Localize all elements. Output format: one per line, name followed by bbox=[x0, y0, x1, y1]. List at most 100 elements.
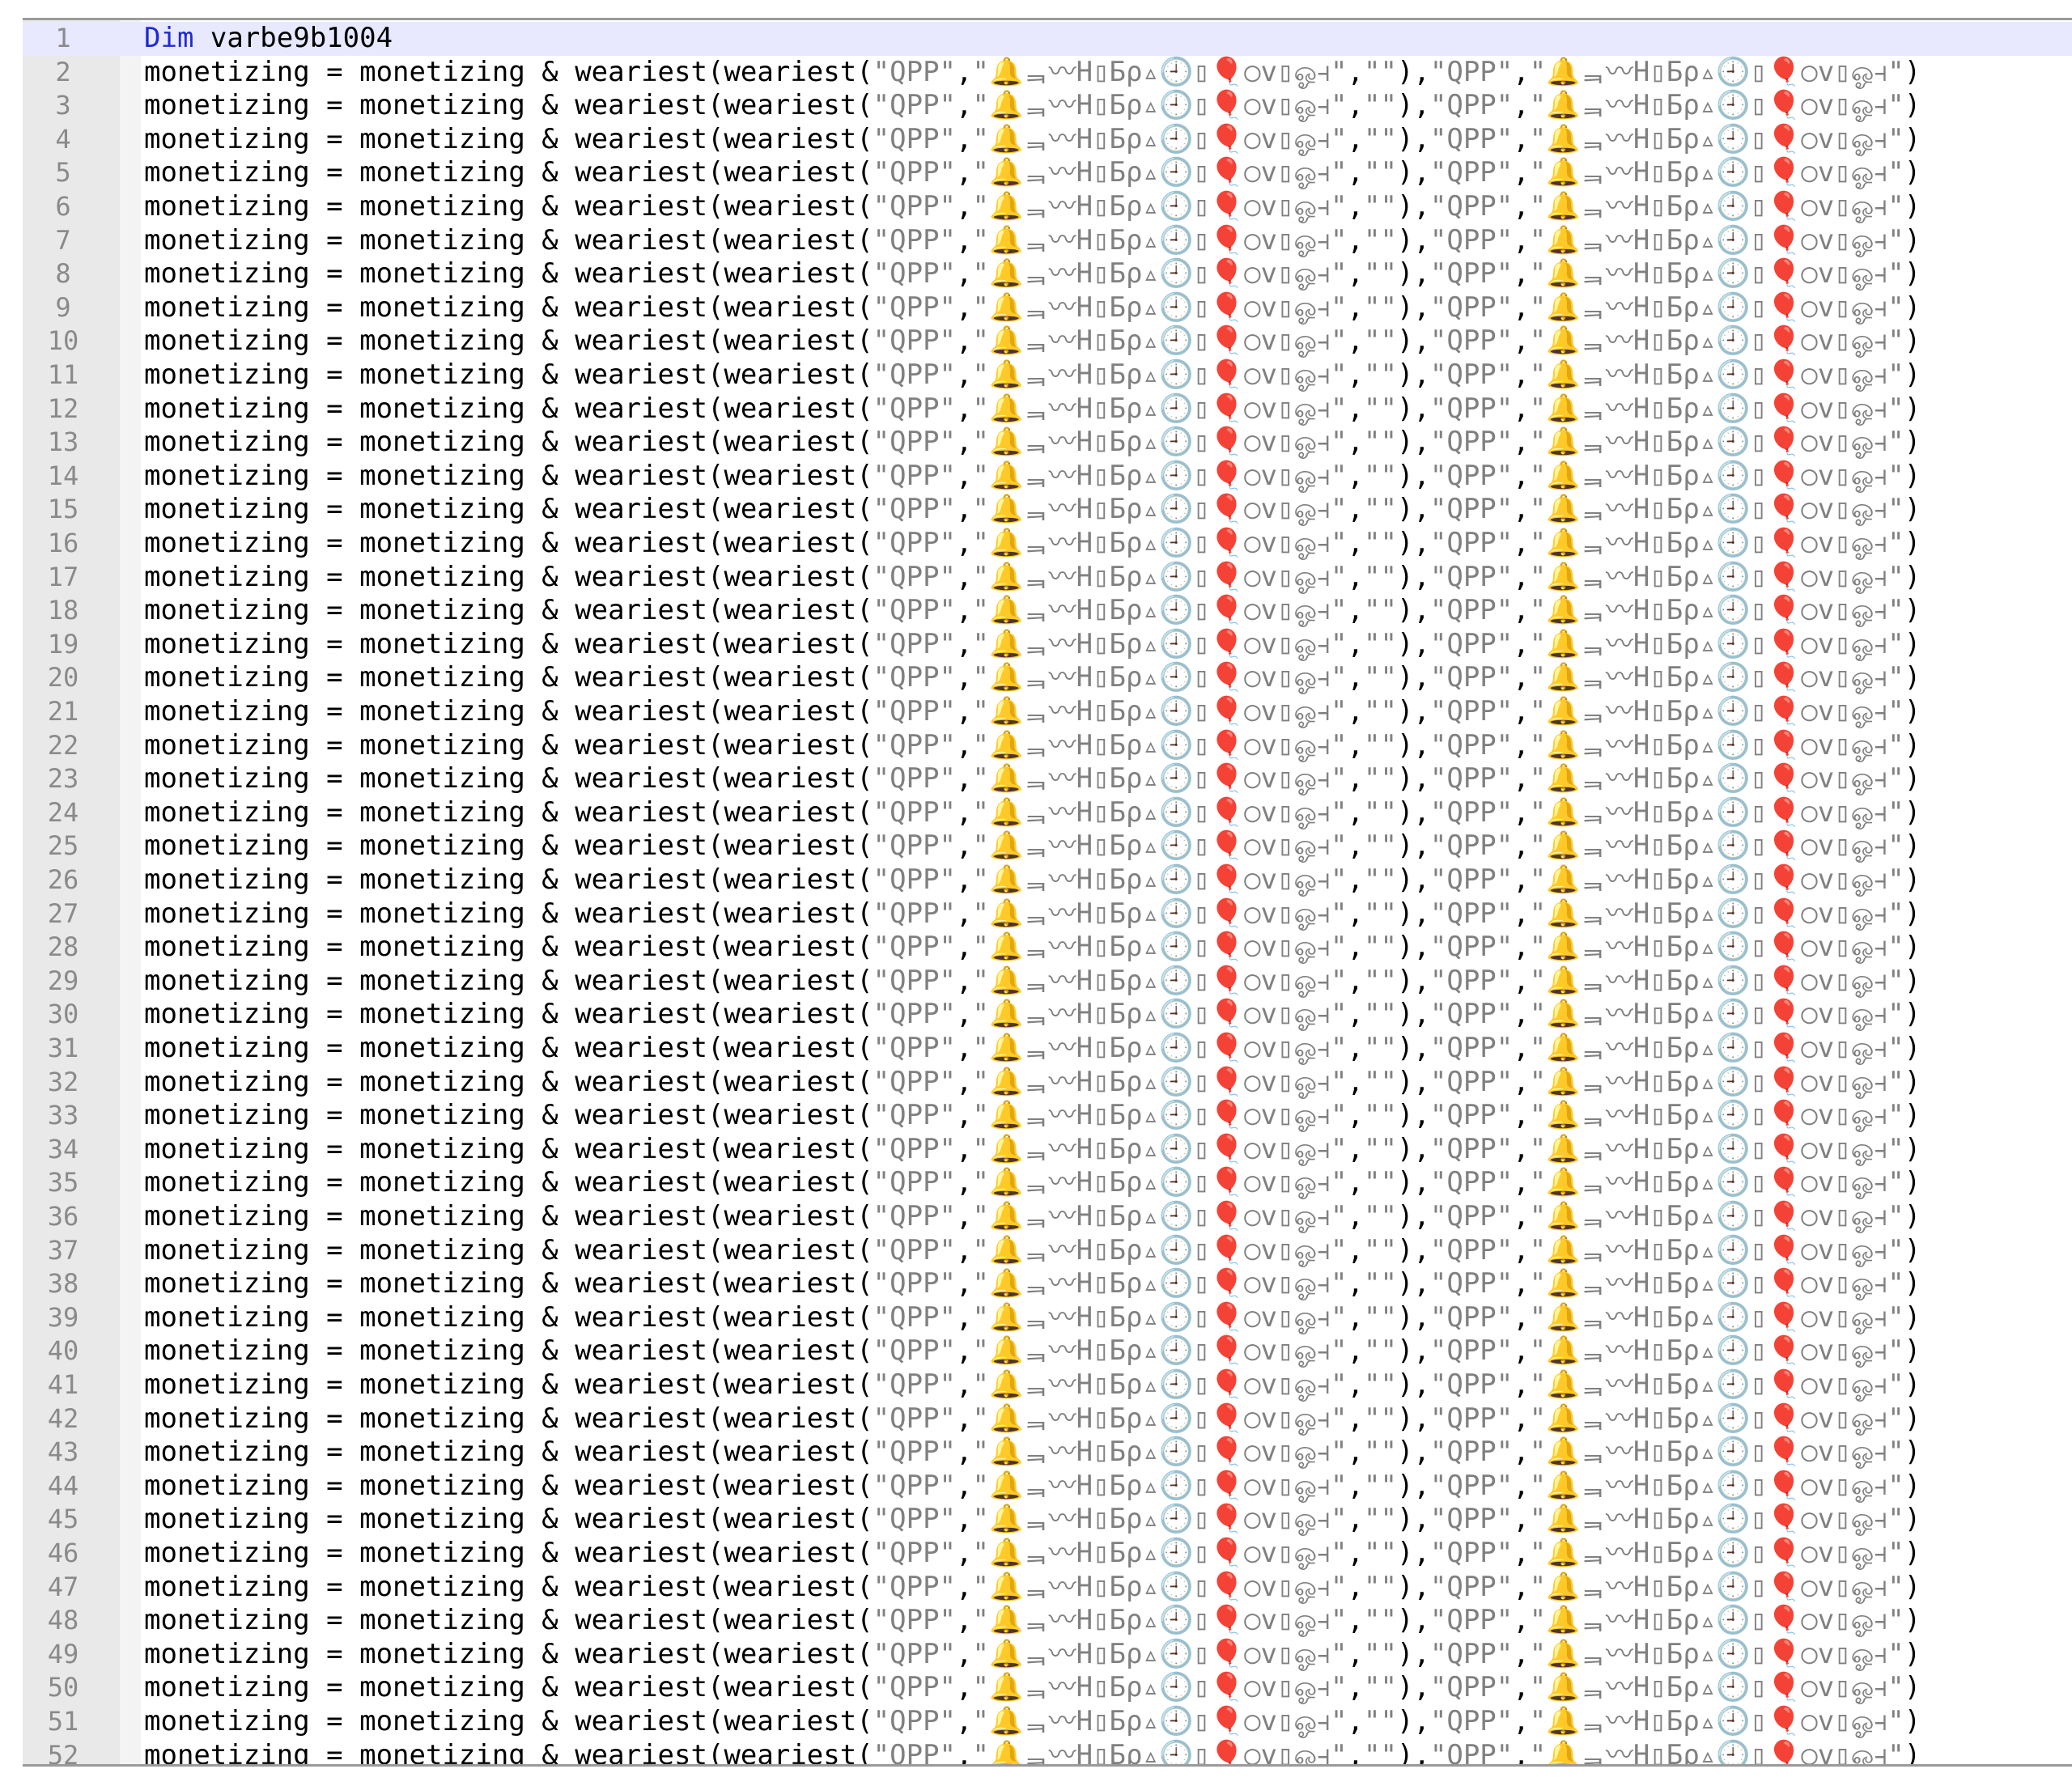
code-line[interactable]: 34 monetizing = monetizing & weariest(wea… bbox=[23, 1133, 2072, 1167]
code-token: ) bbox=[1904, 223, 1921, 257]
code-line[interactable]: 40 monetizing = monetizing & weariest(wea… bbox=[23, 1334, 2072, 1368]
line-number: 32 bbox=[47, 1066, 79, 1097]
code-line[interactable]: 46 monetizing = monetizing & weariest(wea… bbox=[23, 1537, 2072, 1571]
code-token: ) bbox=[1904, 1570, 1921, 1603]
string-literal: "🔔ᆿ〰H▯Ƃρ▵🕘▯🎈○v▯ஓ⫞" bbox=[1529, 527, 1904, 559]
code-line[interactable]: 45 monetizing = monetizing & weariest(wea… bbox=[23, 1503, 2072, 1537]
code-line[interactable]: 35 monetizing = monetizing & weariest(wea… bbox=[23, 1166, 2072, 1200]
code-token: monetizing = monetizing & weariest(weari… bbox=[144, 122, 873, 155]
code-line[interactable]: 30 monetizing = monetizing & weariest(wea… bbox=[23, 998, 2072, 1032]
code-line[interactable]: 17 monetizing = monetizing & weariest(wea… bbox=[23, 561, 2072, 595]
code-line[interactable]: 3 monetizing = monetizing & weariest(wear… bbox=[23, 89, 2072, 123]
string-literal: "QPP" bbox=[873, 661, 957, 694]
code-line[interactable]: 2 monetizing = monetizing & weariest(wear… bbox=[23, 56, 2072, 90]
code-line[interactable]: 14 monetizing = monetizing & weariest(wea… bbox=[23, 460, 2072, 494]
code-line[interactable]: 41 monetizing = monetizing & weariest(wea… bbox=[23, 1368, 2072, 1402]
code-token: , bbox=[1513, 223, 1530, 257]
code-line[interactable]: 51 monetizing = monetizing & weariest(wea… bbox=[23, 1705, 2072, 1739]
string-literal: "QPP" bbox=[1429, 728, 1514, 761]
string-literal: "" bbox=[1363, 257, 1397, 291]
line-number: 30 bbox=[47, 999, 79, 1030]
code-token: , bbox=[1513, 1570, 1530, 1603]
code-editor[interactable]: 1 Dim varbe9b1004 2 monetizing = monetizing… bbox=[23, 18, 2072, 1767]
string-literal: "🔔ᆿ〰H▯Ƃρ▵🕘▯🎈○v▯ஓ⫞" bbox=[972, 1368, 1348, 1401]
code-line[interactable]: 37 monetizing = monetizing & weariest(wea… bbox=[23, 1234, 2072, 1268]
string-literal: "" bbox=[1363, 1166, 1397, 1199]
code-token: ) bbox=[1904, 897, 1921, 930]
code-token: , bbox=[956, 1200, 973, 1232]
code-token: , bbox=[1347, 1233, 1364, 1266]
line-code: monetizing = monetizing & weariest(weari… bbox=[144, 257, 1921, 291]
string-literal: "🔔ᆿ〰H▯Ƃρ▵🕘▯🎈○v▯ஓ⫞" bbox=[1529, 1537, 1904, 1569]
code-token: , bbox=[1347, 1032, 1364, 1064]
code-line[interactable]: 47 monetizing = monetizing & weariest(wea… bbox=[23, 1571, 2072, 1605]
code-line[interactable]: 20 monetizing = monetizing & weariest(wea… bbox=[23, 661, 2072, 695]
string-literal: "QPP" bbox=[1429, 829, 1514, 863]
code-line[interactable]: 44 monetizing = monetizing & weariest(wea… bbox=[23, 1470, 2072, 1504]
code-line[interactable]: 50 monetizing = monetizing & weariest(wea… bbox=[23, 1671, 2072, 1705]
code-token: monetizing = monetizing & weariest(weari… bbox=[144, 1166, 873, 1199]
code-line[interactable]: 49 monetizing = monetizing & weariest(wea… bbox=[23, 1638, 2072, 1672]
code-token: monetizing = monetizing & weariest(weari… bbox=[144, 560, 873, 593]
string-literal: "🔔ᆿ〰H▯Ƃρ▵🕘▯🎈○v▯ஓ⫞" bbox=[972, 291, 1348, 324]
line-number: 15 bbox=[47, 494, 79, 525]
line-code: monetizing = monetizing & weariest(weari… bbox=[144, 224, 1921, 258]
code-line[interactable]: 23 monetizing = monetizing & weariest(wea… bbox=[23, 762, 2072, 796]
code-token: , bbox=[1513, 863, 1530, 896]
code-line[interactable]: 15 monetizing = monetizing & weariest(wea… bbox=[23, 493, 2072, 527]
code-line[interactable]: 21 monetizing = monetizing & weariest(wea… bbox=[23, 695, 2072, 729]
code-token: monetizing = monetizing & weariest(weari… bbox=[144, 1402, 873, 1435]
code-token: , bbox=[1513, 55, 1530, 88]
string-literal: "QPP" bbox=[1429, 358, 1514, 391]
code-line[interactable]: 7 monetizing = monetizing & weariest(wear… bbox=[23, 224, 2072, 258]
code-line[interactable]: 48 monetizing = monetizing & weariest(wea… bbox=[23, 1604, 2072, 1638]
code-token: , bbox=[1513, 627, 1530, 660]
string-literal: "🔔ᆿ〰H▯Ƃρ▵🕘▯🎈○v▯ஓ⫞" bbox=[972, 1099, 1348, 1132]
code-line[interactable]: 13 monetizing = monetizing & weariest(wea… bbox=[23, 426, 2072, 460]
code-line[interactable]: 12 monetizing = monetizing & weariest(wea… bbox=[23, 392, 2072, 426]
code-line-current[interactable]: 1 Dim varbe9b1004 bbox=[23, 22, 2072, 56]
code-line[interactable]: 22 monetizing = monetizing & weariest(wea… bbox=[23, 729, 2072, 763]
code-line[interactable]: 25 monetizing = monetizing & weariest(wea… bbox=[23, 829, 2072, 863]
code-line[interactable]: 38 monetizing = monetizing & weariest(wea… bbox=[23, 1267, 2072, 1301]
code-line[interactable]: 6 monetizing = monetizing & weariest(wear… bbox=[23, 190, 2072, 224]
string-literal: "QPP" bbox=[1429, 291, 1514, 324]
code-line[interactable]: 24 monetizing = monetizing & weariest(wea… bbox=[23, 796, 2072, 830]
code-line[interactable]: 10 monetizing = monetizing & weariest(wea… bbox=[23, 325, 2072, 358]
identifier-token: varbe9b1004 bbox=[193, 22, 393, 54]
code-line[interactable]: 19 monetizing = monetizing & weariest(wea… bbox=[23, 628, 2072, 662]
string-literal: "🔔ᆿ〰H▯Ƃρ▵🕘▯🎈○v▯ஓ⫞" bbox=[972, 998, 1348, 1031]
code-line[interactable]: 32 monetizing = monetizing & weariest(wea… bbox=[23, 1066, 2072, 1100]
code-line[interactable]: 26 monetizing = monetizing & weariest(wea… bbox=[23, 863, 2072, 897]
code-line[interactable]: 4 monetizing = monetizing & weariest(wear… bbox=[23, 123, 2072, 157]
code-line[interactable]: 5 monetizing = monetizing & weariest(wear… bbox=[23, 156, 2072, 190]
string-literal: "🔔ᆿ〰H▯Ƃρ▵🕘▯🎈○v▯ஓ⫞" bbox=[972, 426, 1348, 459]
code-token: , bbox=[956, 122, 973, 155]
string-literal: "" bbox=[1363, 1738, 1397, 1767]
code-token: ) bbox=[1904, 1604, 1921, 1637]
code-line[interactable]: 36 monetizing = monetizing & weariest(wea… bbox=[23, 1200, 2072, 1234]
code-line[interactable]: 33 monetizing = monetizing & weariest(wea… bbox=[23, 1099, 2072, 1133]
code-token: , bbox=[1513, 358, 1530, 391]
code-line[interactable]: 8 monetizing = monetizing & weariest(wear… bbox=[23, 257, 2072, 291]
code-line[interactable]: 27 monetizing = monetizing & weariest(wea… bbox=[23, 897, 2072, 931]
code-line[interactable]: 18 monetizing = monetizing & weariest(wea… bbox=[23, 594, 2072, 628]
code-line[interactable]: 29 monetizing = monetizing & weariest(wea… bbox=[23, 965, 2072, 999]
code-line[interactable]: 39 monetizing = monetizing & weariest(wea… bbox=[23, 1301, 2072, 1335]
code-token: ), bbox=[1396, 728, 1430, 761]
code-line[interactable]: 11 monetizing = monetizing & weariest(wea… bbox=[23, 358, 2072, 392]
code-line[interactable]: 52 monetizing = monetizing & weariest(wea… bbox=[23, 1738, 2072, 1767]
code-line[interactable]: 43 monetizing = monetizing & weariest(wea… bbox=[23, 1436, 2072, 1470]
code-line[interactable]: 16 monetizing = monetizing & weariest(wea… bbox=[23, 527, 2072, 561]
code-token: , bbox=[1347, 1334, 1364, 1368]
line-number: 41 bbox=[47, 1369, 79, 1400]
code-token: ), bbox=[1396, 1334, 1430, 1368]
line-number: 46 bbox=[47, 1538, 79, 1568]
string-literal: "QPP" bbox=[873, 594, 957, 627]
code-token: ) bbox=[1904, 1738, 1921, 1767]
code-line[interactable]: 42 monetizing = monetizing & weariest(wea… bbox=[23, 1402, 2072, 1436]
string-literal: "" bbox=[1363, 223, 1397, 257]
code-line[interactable]: 28 monetizing = monetizing & weariest(wea… bbox=[23, 931, 2072, 965]
code-line[interactable]: 9 monetizing = monetizing & weariest(wear… bbox=[23, 291, 2072, 325]
code-line[interactable]: 31 monetizing = monetizing & weariest(wea… bbox=[23, 1032, 2072, 1066]
